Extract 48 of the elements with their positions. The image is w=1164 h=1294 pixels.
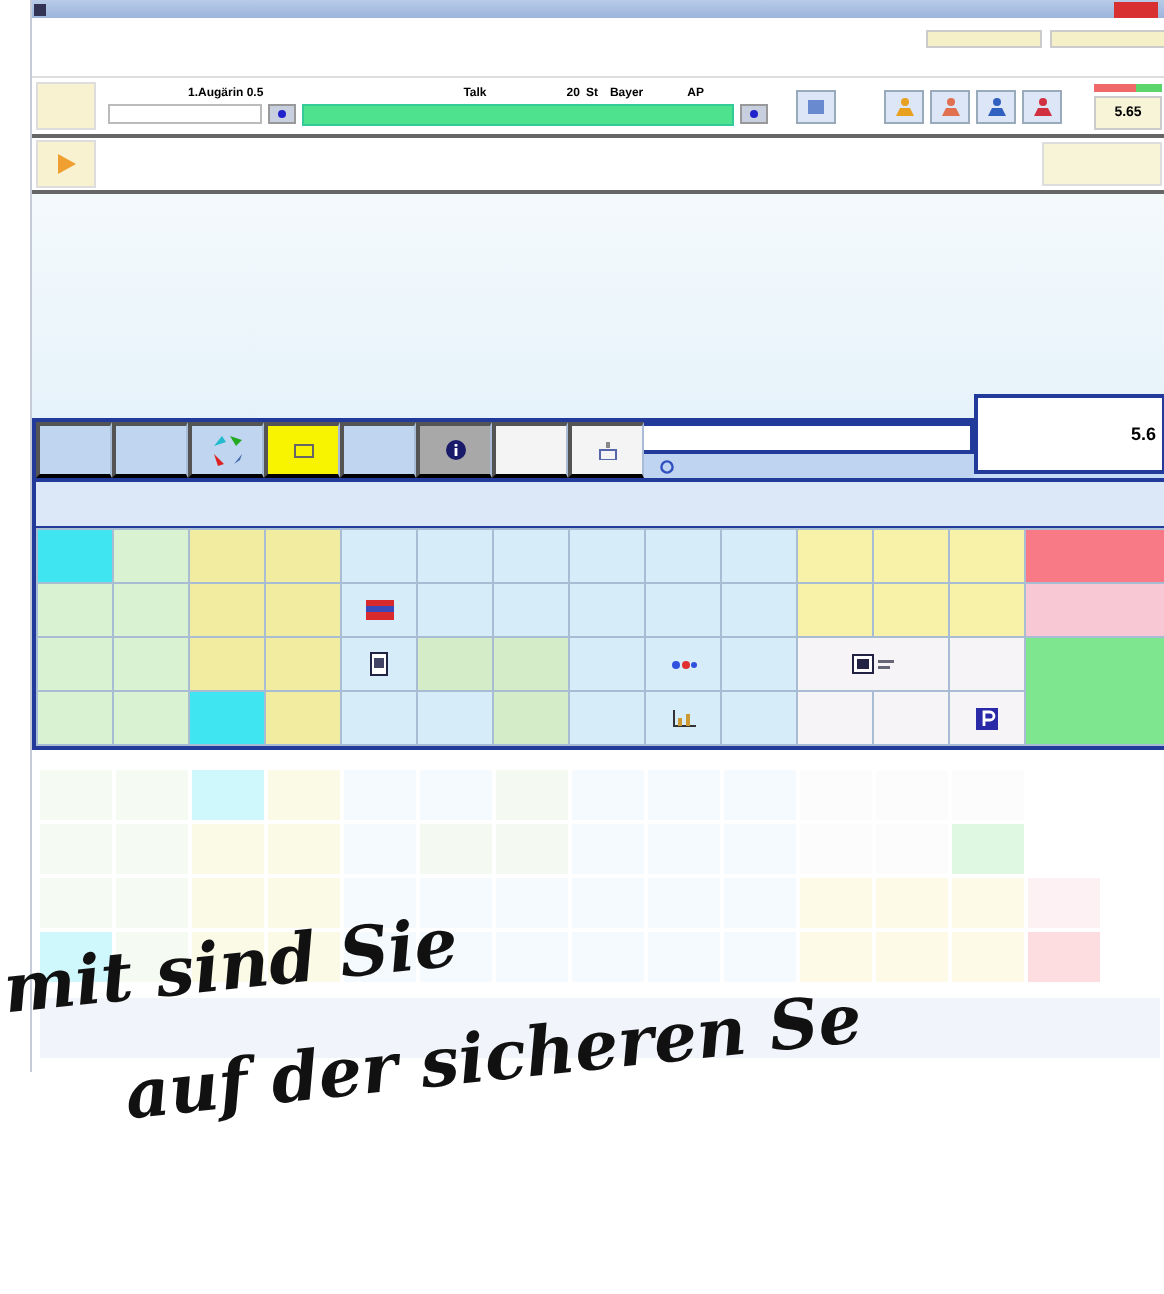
grid-icon xyxy=(808,99,824,113)
amount-display: 5.6 xyxy=(974,394,1164,474)
text-field[interactable] xyxy=(644,422,974,454)
info-button[interactable] xyxy=(268,104,296,124)
close-button[interactable] xyxy=(1114,1,1158,17)
person-button[interactable] xyxy=(976,89,1016,123)
key-button[interactable] xyxy=(342,638,416,690)
toolbar-button[interactable] xyxy=(340,422,416,478)
info-button[interactable] xyxy=(740,104,768,124)
toolbar-button[interactable] xyxy=(112,422,188,478)
toolbar-button[interactable] xyxy=(36,422,112,478)
folder-button[interactable] xyxy=(264,422,340,478)
person-button[interactable] xyxy=(930,89,970,123)
side-button[interactable] xyxy=(36,140,96,188)
folder-icon xyxy=(293,443,313,457)
grid-button[interactable] xyxy=(796,89,836,123)
scale-icon xyxy=(597,441,617,459)
display-icon xyxy=(851,654,895,674)
key-button[interactable] xyxy=(342,584,416,636)
dot-icon xyxy=(278,110,286,118)
arrows-icon xyxy=(209,432,245,468)
dots-icon xyxy=(669,659,697,669)
side-button[interactable] xyxy=(36,82,96,130)
person-icon xyxy=(987,97,1005,115)
person-icon xyxy=(895,97,913,115)
person-icon xyxy=(941,97,959,115)
scale-button[interactable] xyxy=(568,422,644,478)
app-icon xyxy=(34,3,46,15)
side-panel xyxy=(1042,142,1162,186)
toolbar-button[interactable] xyxy=(492,422,568,478)
key-button[interactable] xyxy=(798,638,948,690)
person-button[interactable] xyxy=(1022,89,1062,123)
arrows-button[interactable] xyxy=(188,422,264,478)
document-icon xyxy=(370,652,388,676)
info-button[interactable] xyxy=(416,422,492,478)
person-icon xyxy=(1033,97,1051,115)
card-icon xyxy=(365,600,393,620)
key-button[interactable] xyxy=(950,692,1024,744)
slogan-line: mit sind Sie xyxy=(0,907,462,1030)
small-button[interactable] xyxy=(926,30,1042,48)
info-icon xyxy=(445,440,465,460)
parking-icon xyxy=(976,707,998,729)
dot-icon xyxy=(750,110,758,118)
input-field[interactable] xyxy=(108,104,262,124)
small-button[interactable] xyxy=(1050,30,1164,48)
arrow-icon xyxy=(56,154,76,174)
chart-icon xyxy=(671,709,695,727)
circle-icon xyxy=(660,459,674,473)
